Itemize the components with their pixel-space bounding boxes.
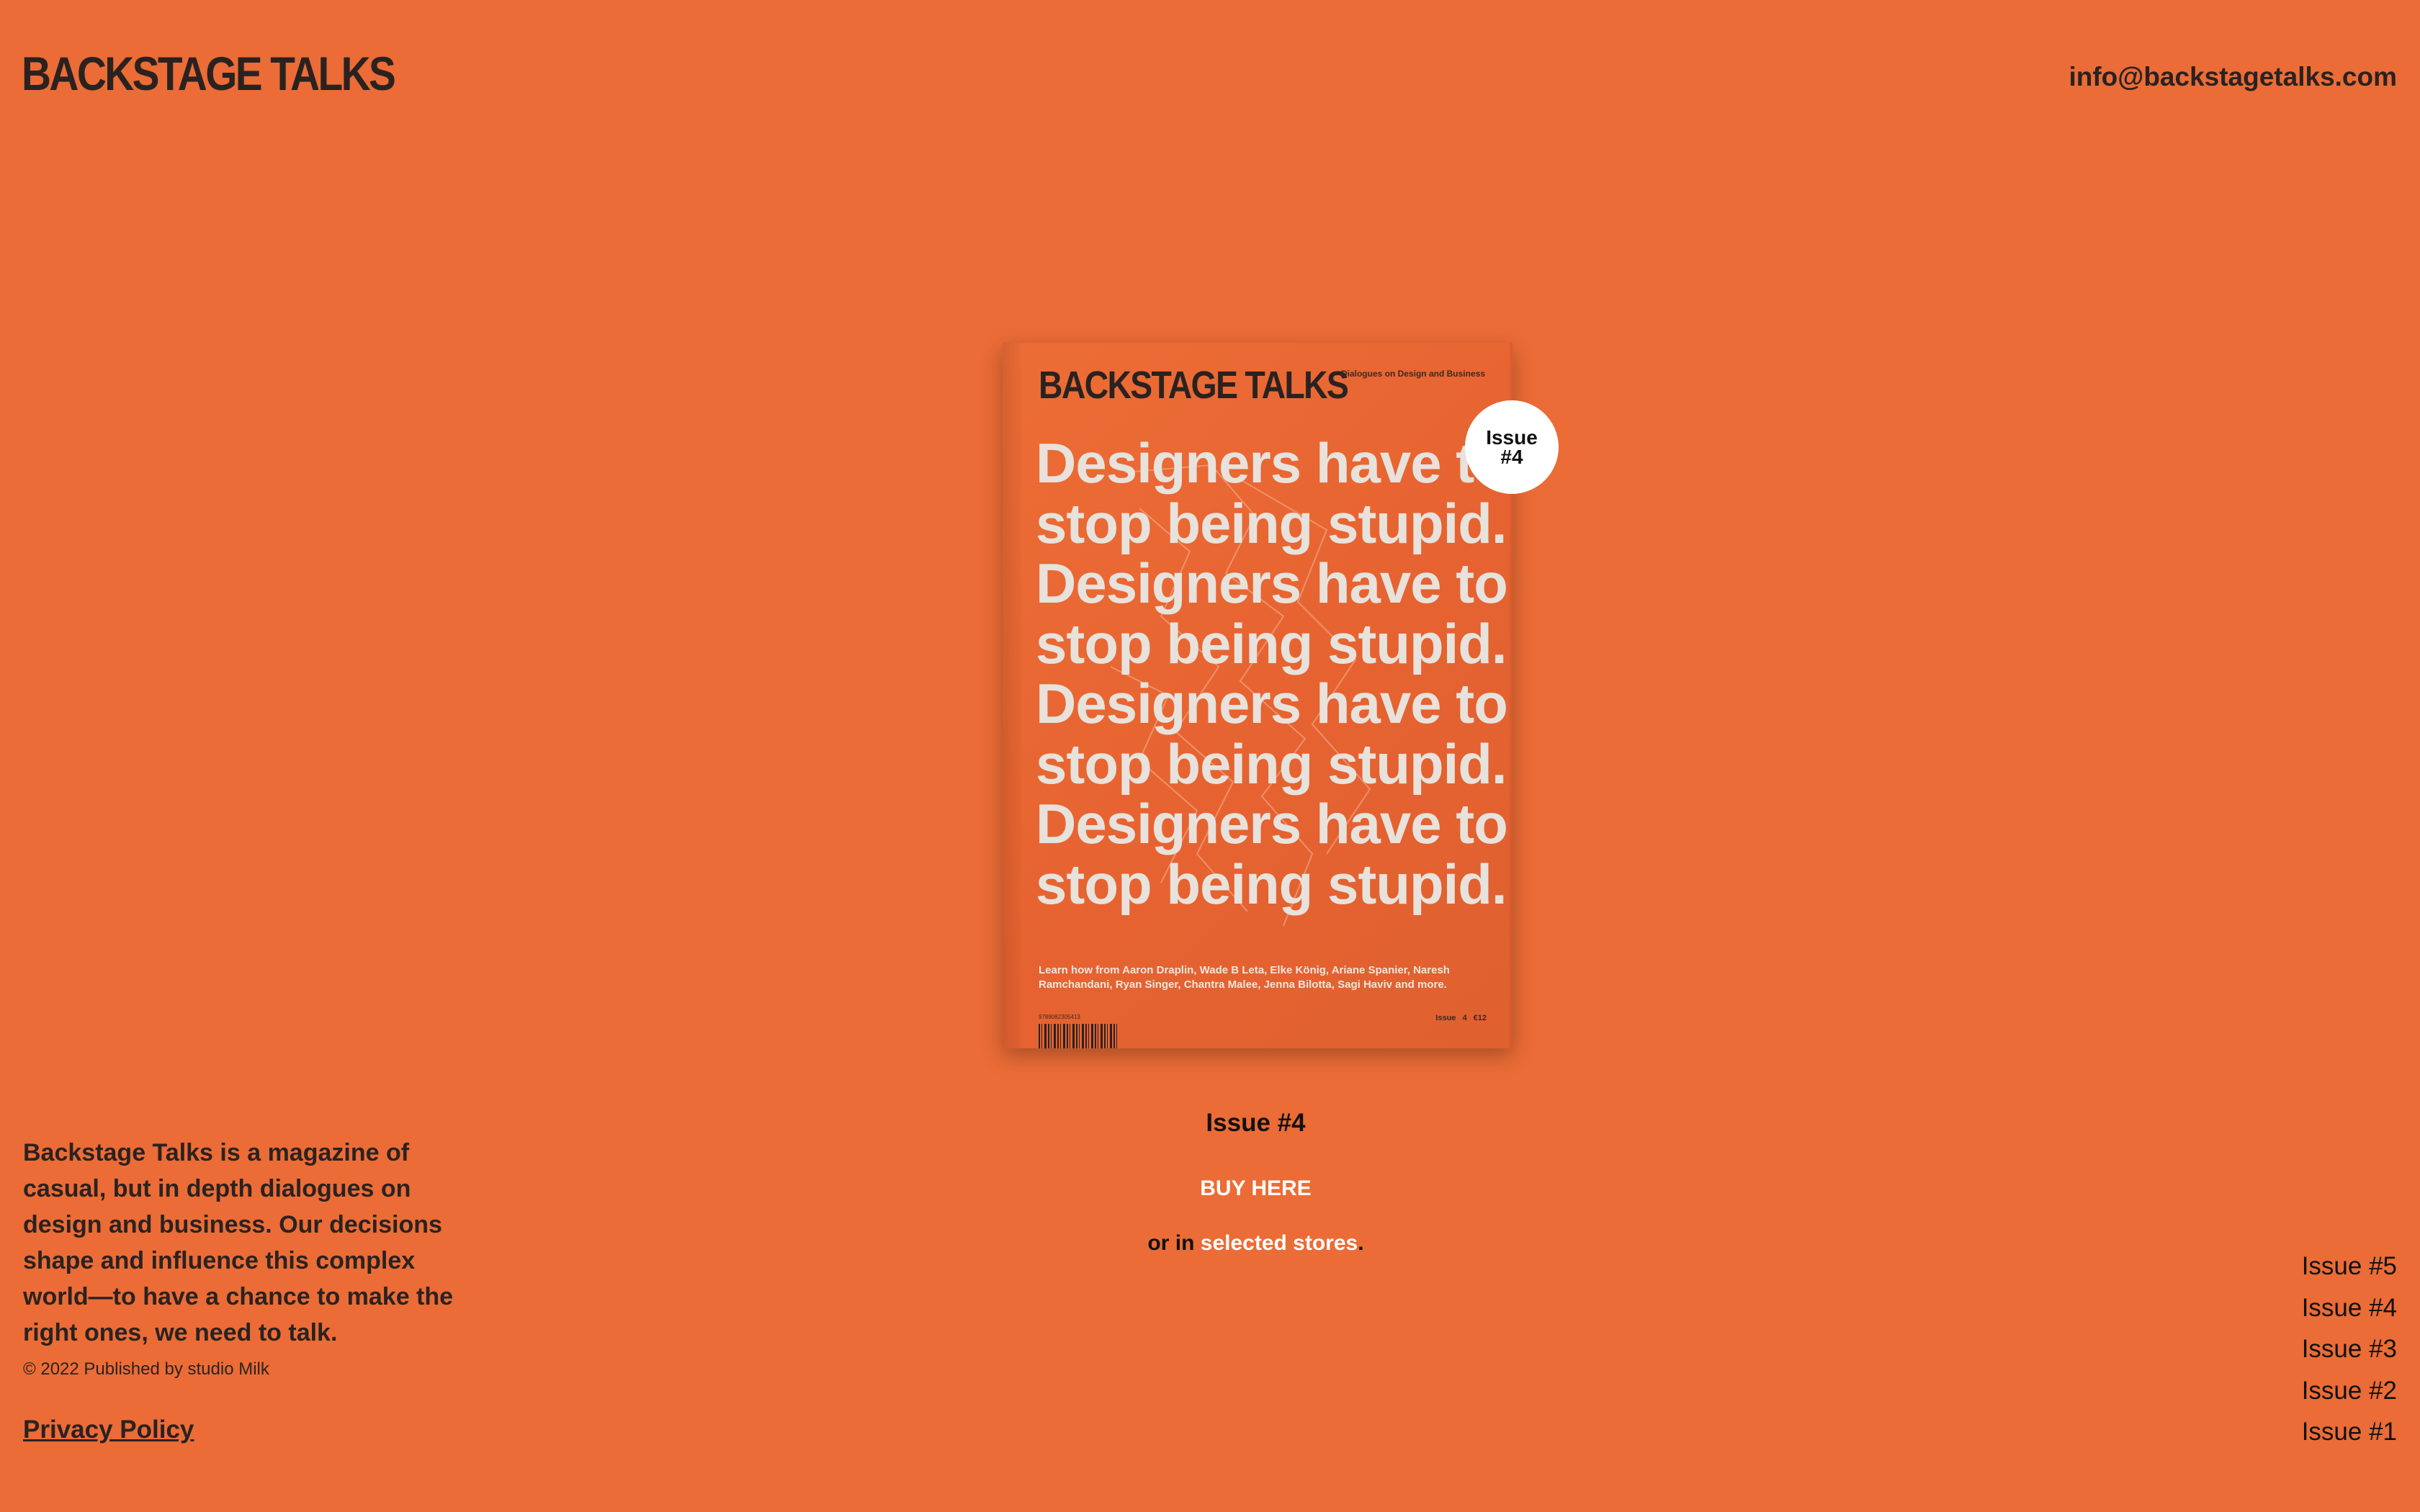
about-text: Backstage Talks is a magazine of casual,…	[23, 1139, 454, 1346]
issues-nav: Issue #5 Issue #4 Issue #3 Issue #2 Issu…	[2302, 1246, 2397, 1453]
issue-nav-item[interactable]: Issue #2	[2302, 1370, 2397, 1412]
copyright: © 2022 Published by studio Milk	[23, 1359, 269, 1379]
cover-headline: Designers have to stop being stupid. Des…	[1036, 433, 1511, 914]
headline-line: Designers have to	[1036, 431, 1508, 495]
headline-line: Designers have to	[1036, 552, 1508, 615]
cover-tagline: Dialogues on Design and Business	[1340, 369, 1485, 379]
privacy-policy-link[interactable]: Privacy Policy	[23, 1416, 194, 1444]
magazine-cover[interactable]: BACKSTAGE TALKS Dialogues on Design and …	[1003, 343, 1512, 1048]
cover-logo: BACKSTAGE TALKS	[1039, 364, 1349, 407]
headline-line: stop being stupid.	[1036, 611, 1507, 675]
issue-nav-item[interactable]: Issue #1	[2302, 1411, 2397, 1453]
headline-line: stop being stupid.	[1036, 732, 1507, 796]
email-link[interactable]: info@backstagetalks.com	[2069, 62, 2397, 92]
issue-nav-item[interactable]: Issue #4	[2302, 1287, 2397, 1329]
cover-issue-price: Issue 4 €12	[1435, 1014, 1487, 1022]
cover-contributors-line: Learn how from Aaron Draplin, Wade B Let…	[1039, 964, 1450, 976]
cover-contributors: Learn how from Aaron Draplin, Wade B Let…	[1039, 963, 1485, 992]
stores-suffix: .	[1358, 1231, 1364, 1255]
issue-badge-number: #4	[1500, 446, 1523, 468]
selected-stores-link[interactable]: selected stores	[1201, 1231, 1358, 1255]
buy-here-link[interactable]: BUY HERE	[1066, 1176, 1446, 1201]
issue-badge-label: Issue	[1486, 426, 1538, 449]
issue-nav-item[interactable]: Issue #3	[2302, 1328, 2397, 1370]
site-logo[interactable]: BACKSTAGE TALKS	[22, 46, 396, 101]
headline-line: Designers have to	[1036, 672, 1508, 735]
cover-isbn: 9789082305413	[1039, 1014, 1080, 1020]
barcode	[1039, 1024, 1119, 1048]
current-issue-title: Issue #4	[1206, 1109, 1306, 1137]
issue-badge: Issue #4	[1465, 400, 1559, 494]
cover-contributors-line: Ramchandani, Ryan Singer, Chantra Malee,…	[1039, 978, 1447, 991]
issue-nav-item[interactable]: Issue #5	[2302, 1246, 2397, 1287]
headline-line: stop being stupid.	[1036, 852, 1507, 916]
stores-line: or in selected stores.	[1066, 1231, 1446, 1256]
headline-line: stop being stupid.	[1036, 491, 1507, 555]
stores-prefix: or in	[1147, 1231, 1201, 1255]
headline-line: Designers have to	[1036, 792, 1508, 855]
